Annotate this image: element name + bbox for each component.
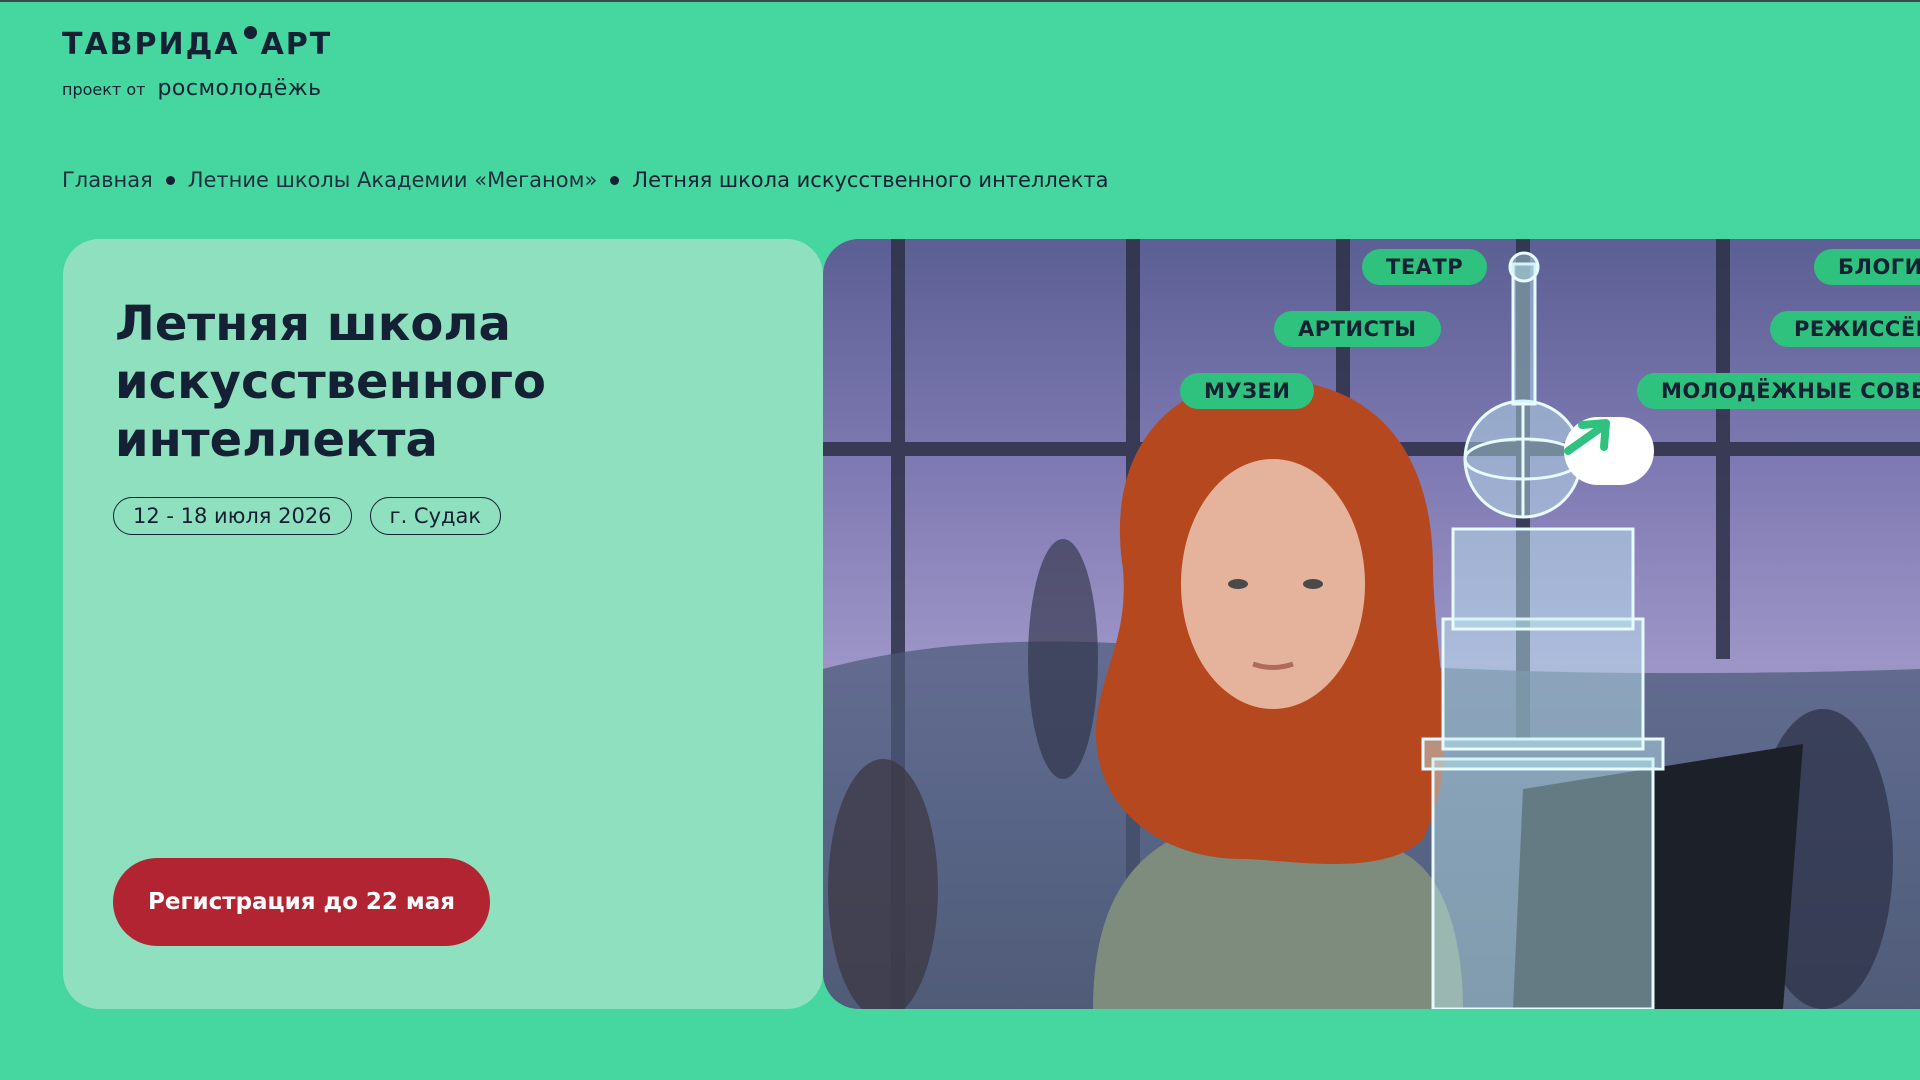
event-meta-chips: 12 - 18 июля 2026 г. Судак: [113, 497, 502, 535]
tag-theatre[interactable]: ТЕАТР: [1362, 249, 1488, 285]
tag-artists[interactable]: АРТИСТЫ: [1274, 311, 1441, 347]
hero-illustration: [823, 239, 1920, 1009]
arrow-button[interactable]: [1564, 417, 1654, 485]
top-border: [0, 0, 1920, 2]
breadcrumb-summer-schools-link[interactable]: Летние школы Академии «Меганом»: [188, 168, 598, 192]
breadcrumb-current-page: Летняя школа искусственного интеллекта: [632, 168, 1109, 192]
page-title: Летняя школа искусственного интеллекта: [115, 295, 735, 469]
logo-name-right: АРТ: [260, 26, 333, 62]
woman-eye: [1303, 579, 1323, 589]
breadcrumb-home-link[interactable]: Главная: [62, 168, 153, 192]
woman-face: [1181, 459, 1365, 709]
logo-wordmark: ТАВРИДА АРТ: [62, 22, 332, 66]
logo-subtitle: проект от росмолодёжь: [62, 76, 332, 101]
page-title-line: искусственного: [115, 354, 546, 410]
tag-blogs[interactable]: БЛОГИ: [1814, 249, 1920, 285]
site-logo[interactable]: ТАВРИДА АРТ проект от росмолодёжь: [62, 22, 332, 101]
hologram-monument: [1421, 251, 1665, 1009]
event-dates-chip: 12 - 18 июля 2026: [113, 497, 352, 535]
background-person: [828, 759, 938, 1009]
breadcrumb-separator-icon: [610, 175, 620, 185]
logo-subtitle-brand: росмолодёжь: [157, 76, 322, 101]
page-title-line: Летняя школа: [115, 296, 511, 352]
logo-subtitle-prefix: проект от: [62, 80, 146, 99]
tag-museums[interactable]: МУЗЕИ: [1180, 373, 1315, 409]
registration-button[interactable]: Регистрация до 22 мая: [113, 858, 490, 946]
logo-dot-icon: [243, 25, 257, 39]
breadcrumb: Главная Летние школы Академии «Меганом» …: [62, 168, 1109, 192]
tag-youth-councils[interactable]: МОЛОДЁЖНЫЕ СОВЕТ: [1637, 373, 1920, 409]
event-location-chip: г. Судак: [369, 497, 502, 535]
event-info-card: Летняя школа искусственного интеллекта 1…: [63, 239, 823, 1009]
arrow-right-icon: [1564, 419, 1610, 455]
background-person: [1028, 539, 1098, 779]
woman-eye: [1228, 579, 1248, 589]
tag-directors[interactable]: РЕЖИССЁР: [1770, 311, 1920, 347]
page-title-line: интеллекта: [115, 412, 438, 468]
breadcrumb-separator-icon: [165, 175, 175, 185]
logo-name-left: ТАВРИДА: [62, 26, 240, 62]
hero-image: ТЕАТР БЛОГИ АРТИСТЫ РЕЖИССЁР МУЗЕИ МОЛОД…: [823, 239, 1920, 1009]
